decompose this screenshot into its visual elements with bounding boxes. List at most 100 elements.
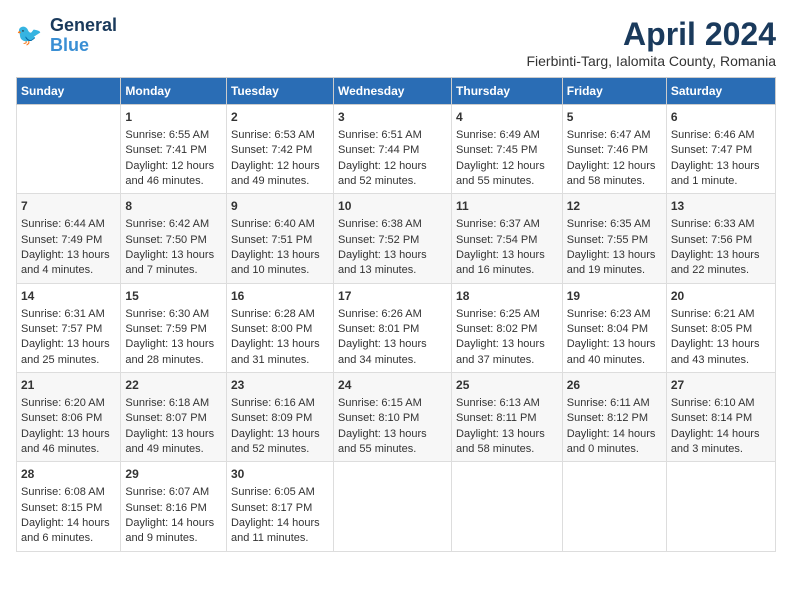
day-info: Daylight: 13 hours and 10 minutes.	[231, 248, 329, 279]
day-number: 22	[125, 377, 222, 394]
calendar-cell: 22Sunrise: 6:18 AMSunset: 8:07 PMDayligh…	[121, 373, 227, 462]
day-info: Sunrise: 6:13 AM	[456, 396, 558, 411]
calendar-cell: 26Sunrise: 6:11 AMSunset: 8:12 PMDayligh…	[562, 373, 666, 462]
day-info: Sunrise: 6:07 AM	[125, 485, 222, 500]
day-info: Sunrise: 6:46 AM	[671, 128, 771, 143]
day-info: Sunrise: 6:26 AM	[338, 307, 447, 322]
day-info: Sunset: 8:14 PM	[671, 411, 771, 426]
day-info: Sunset: 7:42 PM	[231, 143, 329, 158]
main-title: April 2024	[526, 16, 776, 53]
day-number: 1	[125, 109, 222, 126]
calendar-cell: 1Sunrise: 6:55 AMSunset: 7:41 PMDaylight…	[121, 105, 227, 194]
day-number: 4	[456, 109, 558, 126]
day-number: 30	[231, 466, 329, 483]
day-info: Daylight: 12 hours and 46 minutes.	[125, 159, 222, 190]
day-info: Sunset: 8:07 PM	[125, 411, 222, 426]
day-info: Sunrise: 6:37 AM	[456, 217, 558, 232]
day-number: 23	[231, 377, 329, 394]
day-info: Sunset: 8:04 PM	[567, 322, 662, 337]
column-header-friday: Friday	[562, 78, 666, 105]
day-info: Sunrise: 6:33 AM	[671, 217, 771, 232]
day-info: Daylight: 13 hours and 46 minutes.	[21, 427, 116, 458]
day-info: Sunset: 8:11 PM	[456, 411, 558, 426]
day-info: Daylight: 13 hours and 4 minutes.	[21, 248, 116, 279]
day-number: 24	[338, 377, 447, 394]
calendar-cell: 25Sunrise: 6:13 AMSunset: 8:11 PMDayligh…	[452, 373, 563, 462]
calendar-cell: 13Sunrise: 6:33 AMSunset: 7:56 PMDayligh…	[666, 194, 775, 283]
calendar-cell: 21Sunrise: 6:20 AMSunset: 8:06 PMDayligh…	[17, 373, 121, 462]
day-info: Sunset: 8:02 PM	[456, 322, 558, 337]
calendar-cell: 24Sunrise: 6:15 AMSunset: 8:10 PMDayligh…	[334, 373, 452, 462]
day-number: 28	[21, 466, 116, 483]
day-info: Daylight: 13 hours and 37 minutes.	[456, 337, 558, 368]
day-info: Sunrise: 6:23 AM	[567, 307, 662, 322]
calendar-cell: 29Sunrise: 6:07 AMSunset: 8:16 PMDayligh…	[121, 462, 227, 551]
calendar-cell	[452, 462, 563, 551]
day-number: 7	[21, 198, 116, 215]
day-info: Sunset: 7:46 PM	[567, 143, 662, 158]
day-number: 15	[125, 288, 222, 305]
day-info: Sunset: 8:15 PM	[21, 501, 116, 516]
day-info: Daylight: 12 hours and 49 minutes.	[231, 159, 329, 190]
day-info: Sunrise: 6:21 AM	[671, 307, 771, 322]
day-info: Daylight: 13 hours and 49 minutes.	[125, 427, 222, 458]
day-info: Daylight: 12 hours and 55 minutes.	[456, 159, 558, 190]
day-number: 6	[671, 109, 771, 126]
day-info: Sunrise: 6:05 AM	[231, 485, 329, 500]
day-info: Sunset: 8:16 PM	[125, 501, 222, 516]
calendar-cell: 12Sunrise: 6:35 AMSunset: 7:55 PMDayligh…	[562, 194, 666, 283]
calendar-cell: 9Sunrise: 6:40 AMSunset: 7:51 PMDaylight…	[226, 194, 333, 283]
day-info: Daylight: 13 hours and 28 minutes.	[125, 337, 222, 368]
logo: 🐦 General Blue	[16, 16, 117, 56]
day-number: 9	[231, 198, 329, 215]
day-info: Daylight: 13 hours and 34 minutes.	[338, 337, 447, 368]
day-info: Sunset: 7:54 PM	[456, 233, 558, 248]
day-number: 19	[567, 288, 662, 305]
calendar-cell: 8Sunrise: 6:42 AMSunset: 7:50 PMDaylight…	[121, 194, 227, 283]
day-info: Sunrise: 6:44 AM	[21, 217, 116, 232]
day-info: Sunrise: 6:49 AM	[456, 128, 558, 143]
day-number: 14	[21, 288, 116, 305]
day-info: Sunset: 8:06 PM	[21, 411, 116, 426]
calendar-cell: 6Sunrise: 6:46 AMSunset: 7:47 PMDaylight…	[666, 105, 775, 194]
day-info: Sunset: 7:51 PM	[231, 233, 329, 248]
day-info: Sunrise: 6:38 AM	[338, 217, 447, 232]
day-number: 21	[21, 377, 116, 394]
day-info: Daylight: 13 hours and 43 minutes.	[671, 337, 771, 368]
day-info: Sunset: 7:49 PM	[21, 233, 116, 248]
day-info: Daylight: 14 hours and 11 minutes.	[231, 516, 329, 547]
day-number: 13	[671, 198, 771, 215]
day-number: 26	[567, 377, 662, 394]
calendar-cell: 30Sunrise: 6:05 AMSunset: 8:17 PMDayligh…	[226, 462, 333, 551]
day-info: Daylight: 13 hours and 13 minutes.	[338, 248, 447, 279]
day-info: Sunset: 8:10 PM	[338, 411, 447, 426]
column-header-thursday: Thursday	[452, 78, 563, 105]
day-info: Daylight: 13 hours and 58 minutes.	[456, 427, 558, 458]
calendar-cell: 17Sunrise: 6:26 AMSunset: 8:01 PMDayligh…	[334, 283, 452, 372]
day-info: Daylight: 14 hours and 3 minutes.	[671, 427, 771, 458]
day-info: Daylight: 14 hours and 6 minutes.	[21, 516, 116, 547]
day-info: Daylight: 13 hours and 22 minutes.	[671, 248, 771, 279]
day-info: Daylight: 13 hours and 7 minutes.	[125, 248, 222, 279]
week-row-5: 28Sunrise: 6:08 AMSunset: 8:15 PMDayligh…	[17, 462, 776, 551]
calendar-cell: 18Sunrise: 6:25 AMSunset: 8:02 PMDayligh…	[452, 283, 563, 372]
day-info: Sunrise: 6:15 AM	[338, 396, 447, 411]
day-info: Sunrise: 6:30 AM	[125, 307, 222, 322]
title-block: April 2024 Fierbinti-Targ, Ialomita Coun…	[526, 16, 776, 69]
calendar-cell	[334, 462, 452, 551]
column-header-sunday: Sunday	[17, 78, 121, 105]
day-info: Sunrise: 6:53 AM	[231, 128, 329, 143]
svg-text:🐦: 🐦	[16, 24, 42, 47]
page-header: 🐦 General Blue April 2024 Fierbinti-Targ…	[16, 16, 776, 69]
calendar-cell: 10Sunrise: 6:38 AMSunset: 7:52 PMDayligh…	[334, 194, 452, 283]
day-number: 18	[456, 288, 558, 305]
logo-text: General Blue	[50, 16, 117, 56]
column-header-tuesday: Tuesday	[226, 78, 333, 105]
day-info: Daylight: 12 hours and 52 minutes.	[338, 159, 447, 190]
day-info: Daylight: 14 hours and 0 minutes.	[567, 427, 662, 458]
day-info: Daylight: 13 hours and 52 minutes.	[231, 427, 329, 458]
day-info: Sunrise: 6:16 AM	[231, 396, 329, 411]
calendar-cell: 3Sunrise: 6:51 AMSunset: 7:44 PMDaylight…	[334, 105, 452, 194]
day-info: Daylight: 13 hours and 19 minutes.	[567, 248, 662, 279]
day-number: 27	[671, 377, 771, 394]
